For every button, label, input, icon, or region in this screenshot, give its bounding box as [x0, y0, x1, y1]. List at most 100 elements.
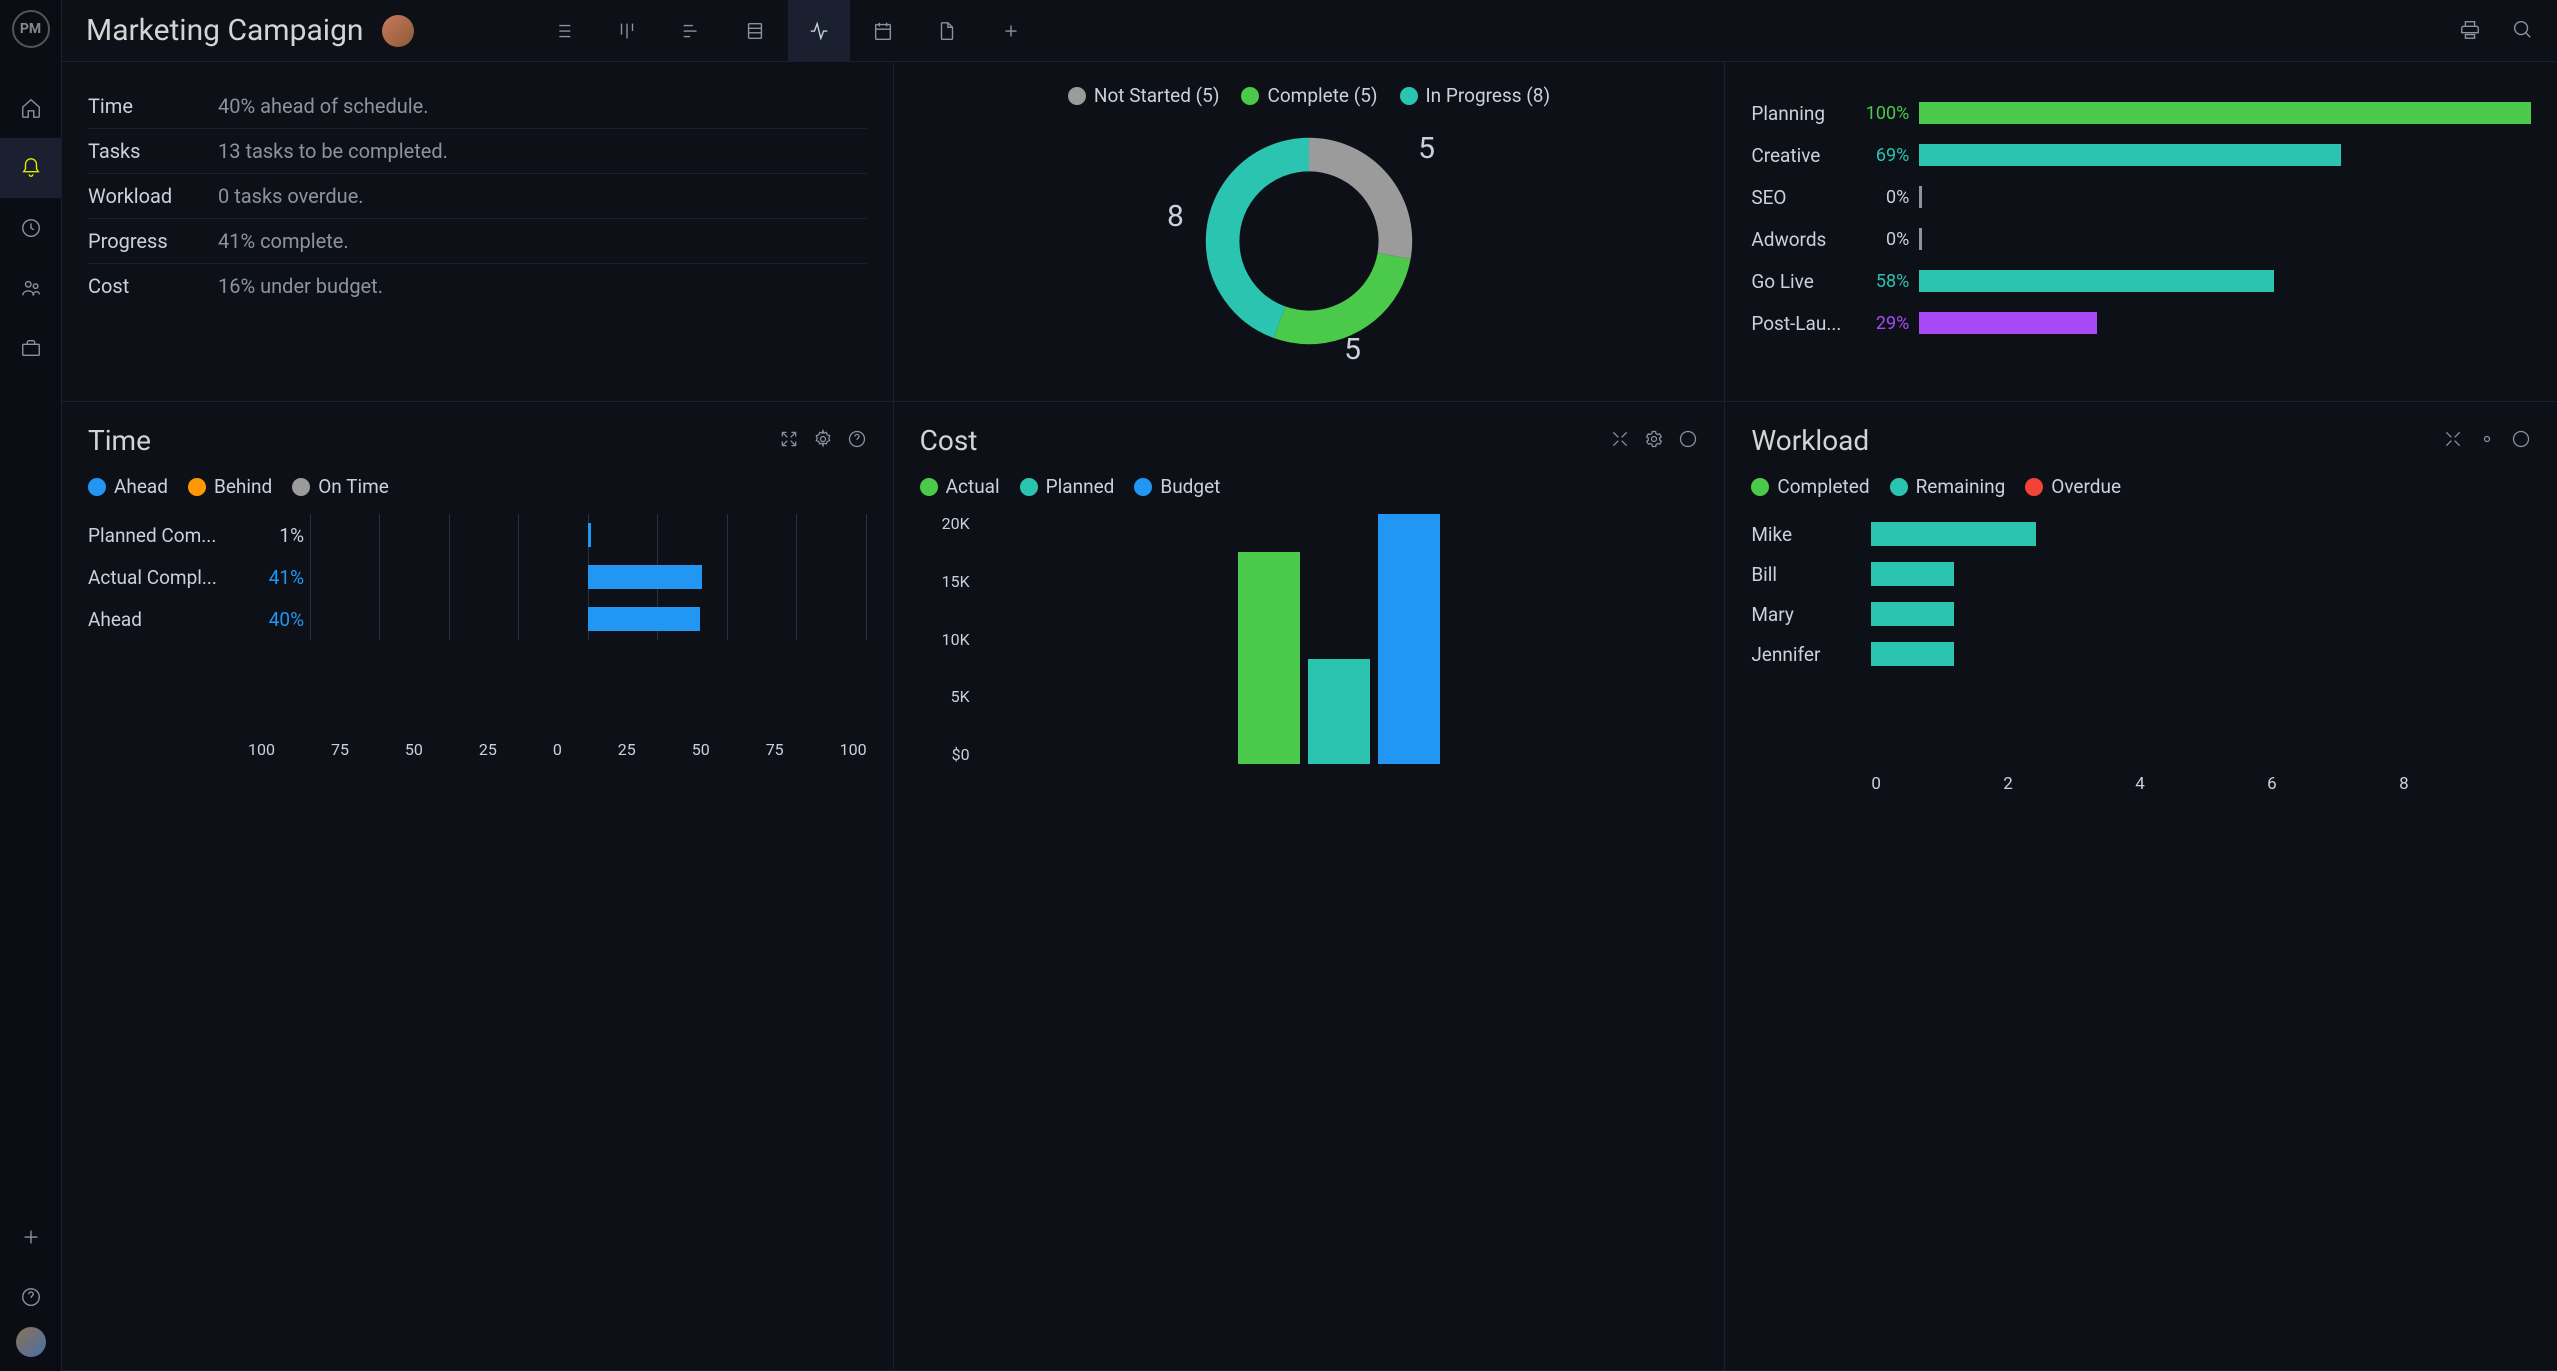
legend-item[interactable]: Complete (5)	[1241, 84, 1377, 107]
summary-value: 16% under budget.	[218, 274, 383, 298]
time-pct: 41%	[248, 566, 304, 589]
legend-dot	[1241, 87, 1259, 105]
progress-name: Planning	[1751, 102, 1851, 125]
progress-bar-zero	[1919, 228, 1922, 250]
printer-icon	[2459, 18, 2481, 40]
sidebar-item-team[interactable]	[0, 258, 62, 318]
progress-pct: 69%	[1851, 145, 1909, 166]
summary-row: Progress41% complete.	[88, 219, 867, 264]
help-icon	[1678, 429, 1698, 449]
legend-item[interactable]: Remaining	[1890, 475, 2006, 498]
workload-card: Workload CompletedRemainingOverdue MikeB…	[1725, 402, 2557, 1371]
calendar-icon	[872, 20, 894, 42]
expand-button[interactable]	[1610, 429, 1630, 453]
tab-files[interactable]	[916, 0, 978, 62]
donut-chart: 5 5 8	[1189, 121, 1429, 361]
progress-card: Planning100%Creative69%SEO0%Adwords0%Go …	[1725, 62, 2557, 402]
search-button[interactable]	[2511, 18, 2533, 44]
expand-button[interactable]	[779, 429, 799, 453]
axis-tick: 15K	[920, 572, 970, 591]
cost-chart: 20K15K10K5K$0	[920, 514, 1699, 794]
legend-label: Overdue	[2051, 475, 2121, 498]
list-icon	[552, 20, 574, 42]
tab-board[interactable]	[596, 0, 658, 62]
axis-tick: 25	[479, 740, 497, 759]
workload-row: Jennifer	[1751, 634, 2531, 674]
sidebar-item-recent[interactable]	[0, 198, 62, 258]
expand-button[interactable]	[2443, 429, 2463, 453]
axis-tick: 20K	[920, 514, 970, 533]
help-icon	[2511, 429, 2531, 449]
workload-name: Mary	[1751, 603, 1871, 626]
sidebar-item-portfolio[interactable]	[0, 318, 62, 378]
legend-label: Completed	[1777, 475, 1869, 498]
legend-dot	[88, 478, 106, 496]
progress-row[interactable]: Adwords0%	[1751, 218, 2531, 260]
legend-item[interactable]: Actual	[920, 475, 1000, 498]
clock-icon	[20, 217, 42, 239]
workload-bar	[1871, 522, 2036, 546]
legend-item[interactable]: Completed	[1751, 475, 1869, 498]
tab-add-view[interactable]	[980, 0, 1042, 62]
summary-label: Cost	[88, 274, 218, 298]
print-button[interactable]	[2459, 18, 2481, 44]
legend-item[interactable]: Budget	[1134, 475, 1220, 498]
settings-button[interactable]	[2477, 429, 2497, 453]
home-icon	[20, 97, 42, 119]
workload-bar	[1871, 642, 1953, 666]
axis-tick: $0	[920, 745, 970, 764]
time-row: Planned Com...1%	[88, 514, 867, 556]
app-logo[interactable]: PM	[12, 10, 50, 48]
sidebar-item-help[interactable]	[0, 1267, 62, 1327]
legend-item[interactable]: Ahead	[88, 475, 168, 498]
sidebar-item-add[interactable]	[0, 1207, 62, 1267]
help-button[interactable]	[1678, 429, 1698, 453]
legend-item[interactable]: Not Started (5)	[1068, 84, 1220, 107]
tab-gantt[interactable]	[660, 0, 722, 62]
progress-name: SEO	[1751, 186, 1851, 209]
help-button[interactable]	[2511, 429, 2531, 453]
tab-sheet[interactable]	[724, 0, 786, 62]
progress-name: Creative	[1751, 144, 1851, 167]
legend-item[interactable]: In Progress (8)	[1400, 84, 1551, 107]
card-title-cost: Cost	[920, 424, 978, 457]
tab-list[interactable]	[532, 0, 594, 62]
time-bar	[588, 565, 702, 589]
legend-dot	[1890, 478, 1908, 496]
sidebar-item-notifications[interactable]	[0, 138, 62, 198]
user-avatar[interactable]	[16, 1327, 46, 1357]
progress-pct: 29%	[1851, 313, 1909, 334]
progress-name: Adwords	[1751, 228, 1851, 251]
cost-bar-actual	[1238, 552, 1300, 765]
page-title: Marketing Campaign	[86, 13, 364, 48]
legend-item[interactable]: On Time	[292, 475, 389, 498]
settings-button[interactable]	[1644, 429, 1664, 453]
legend-dot	[2025, 478, 2043, 496]
legend-label: Ahead	[114, 475, 168, 498]
bell-icon	[20, 157, 42, 179]
axis-tick: 0	[553, 740, 562, 759]
tab-calendar[interactable]	[852, 0, 914, 62]
help-button[interactable]	[847, 429, 867, 453]
progress-row[interactable]: Go Live58%	[1751, 260, 2531, 302]
progress-row[interactable]: SEO0%	[1751, 176, 2531, 218]
project-owner-avatar[interactable]	[382, 15, 414, 47]
file-icon	[936, 20, 958, 42]
legend-item[interactable]: Overdue	[2025, 475, 2121, 498]
tab-dashboard[interactable]	[788, 0, 850, 62]
axis-tick: 8	[2399, 774, 2531, 794]
settings-button[interactable]	[813, 429, 833, 453]
progress-bar	[1919, 144, 2341, 166]
legend-dot	[1134, 478, 1152, 496]
legend-item[interactable]: Planned	[1020, 475, 1115, 498]
sidebar-item-home[interactable]	[0, 78, 62, 138]
axis-tick: 100	[840, 740, 867, 759]
legend-item[interactable]: Behind	[188, 475, 272, 498]
legend-dot	[920, 478, 938, 496]
briefcase-icon	[20, 337, 42, 359]
progress-row[interactable]: Creative69%	[1751, 134, 2531, 176]
progress-row[interactable]: Planning100%	[1751, 92, 2531, 134]
progress-name: Post-Lau...	[1751, 312, 1851, 335]
progress-row[interactable]: Post-Lau...29%	[1751, 302, 2531, 344]
time-pct: 1%	[248, 524, 304, 547]
